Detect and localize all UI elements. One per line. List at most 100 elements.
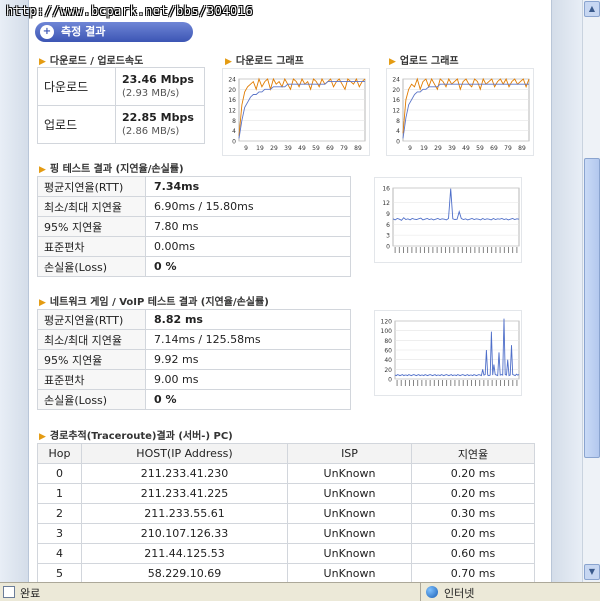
traceroute-table: Hop HOST(IP Address) ISP 지연율 0 211.233.41… [37,443,535,582]
host-cell: 211.233.41.225 [81,483,288,504]
metric-label: 손실율(Loss) [37,256,146,277]
host-cell: 211.44.125.53 [81,543,288,564]
ping-table: 평균지연율(RTT) 7.34ms 최소/최대 지연율 6.90ms / 15.80m… [37,176,351,277]
metric-value: 9.92 ms [145,349,351,370]
speed-mbps: 22.85 Mbps [122,110,194,124]
col-isp: ISP [287,443,412,464]
metric-value: 6.90ms / 15.80ms [145,196,351,217]
metric-label: 표준편차 [37,236,146,257]
x-tick-label: 49 [298,145,306,152]
arrow-down-icon[interactable]: ▼ [584,564,600,580]
upload-graph-title: ▶ 업로드 그래프 [389,56,459,67]
bullet-icon: ▶ [39,165,46,175]
metric-label: 손실율(Loss) [37,389,146,410]
ping-chart: 0 3 6 9 12 16 [382,186,520,253]
x-tick-label: 9 [408,145,412,152]
upload-chart: 0 4 8 12 16 20 24 9 19 29 39 49 59 69 79 89 [392,77,530,152]
bullet-icon: ▶ [225,57,232,67]
watermark-url: http://www.bcpark.net/bbs/304016 [6,4,254,18]
latency-cell: 0.20 ms [411,483,535,504]
metric-value: 0 % [145,389,351,410]
bullet-icon: ▶ [389,57,396,67]
speed-table: 다운로드 23.46 Mbps (2.93 MB/s) 업로드 22.85 Mb… [37,67,205,144]
x-tick-label: 19 [420,145,428,152]
speed-mbps: 23.46 Mbps [122,72,194,86]
x-tick-label: 69 [490,145,498,152]
upload-graph: 0 4 8 12 16 20 24 9 19 29 39 49 59 69 79 89 [386,68,534,156]
y-tick-label: 12 [228,108,236,115]
metric-label: 95% 지연율 [37,216,146,237]
traceroute-section-title: ▶ 경로추적(Traceroute)결과 (서버-) PC) [39,431,233,442]
ping-row: 평균지연율(RTT) 7.34ms [37,176,351,197]
traceroute-row: 0 211.233.41.230 UnKnown 0.20 ms [37,463,535,484]
metric-label: 평균지연율(RTT) [37,176,146,197]
x-tick-label: 79 [504,145,512,152]
hop-cell: 1 [37,483,82,504]
plus-circle-icon: + [40,25,54,39]
x-tick-label: 39 [284,145,292,152]
x-tick-label: 79 [340,145,348,152]
x-tick-label: 49 [462,145,470,152]
traceroute-header-row: Hop HOST(IP Address) ISP 지연율 [37,443,535,464]
y-tick-label: 16 [392,97,400,104]
browser-viewport: + 측정 결과 ▶ 다운로드 / 업로드속도 다운로드 23.46 Mbps (2… [0,0,582,582]
metric-label: 95% 지연율 [37,349,146,370]
ping-row: 95% 지연율 7.80 ms [37,216,351,237]
ping-row: 표준편차 0.00ms [37,236,351,257]
speed-label: 다운로드 [37,67,116,106]
status-bar: 완료 인터넷 [0,582,600,601]
col-host: HOST(IP Address) [81,443,288,464]
page-content: + 측정 결과 ▶ 다운로드 / 업로드속도 다운로드 23.46 Mbps (2… [28,0,552,582]
bullet-icon: ▶ [39,298,46,308]
y-tick-label: 0 [232,139,236,146]
download-graph: 0 4 8 12 16 20 24 9 19 29 39 49 59 69 79 89 [222,68,370,156]
game-row: 평균지연율(RTT) 8.82 ms [37,309,351,330]
metric-label: 표준편차 [37,369,146,390]
arrow-up-icon[interactable]: ▲ [584,1,600,17]
speed-mbs: (2.93 MB/s) [122,87,180,99]
y-tick-label: 9 [386,211,390,218]
bullet-icon: ▶ [39,57,46,67]
metric-value: 7.80 ms [145,216,351,237]
status-text: 완료 [20,587,41,600]
speed-mbs: (2.86 MB/s) [122,125,180,137]
y-tick-label: 16 [382,186,390,193]
x-tick-label: 19 [256,145,264,152]
game-table: 평균지연율(RTT) 8.82 ms 최소/최대 지연율 7.14ms / 125.5… [37,309,351,410]
status-divider [420,583,421,601]
metric-value: 7.34ms [145,176,351,197]
latency-cell: 0.20 ms [411,523,535,544]
result-tab[interactable]: + 측정 결과 [35,22,193,42]
host-cell: 58.229.10.69 [81,563,288,582]
traceroute-row: 1 211.233.41.225 UnKnown 0.20 ms [37,483,535,504]
y-tick-label: 0 [396,139,400,146]
y-tick-label: 6 [386,222,390,229]
zone-text: 인터넷 [444,587,475,600]
vertical-scrollbar[interactable]: ▲ ▼ [582,0,600,582]
speed-value: 22.85 Mbps (2.86 MB/s) [115,105,205,144]
game-section-title: ▶ 네트워크 게임 / VoIP 테스트 결과 (지연율/손실률) [39,297,269,308]
download-graph-title: ▶ 다운로드 그래프 [225,56,304,67]
metric-label: 평균지연율(RTT) [37,309,146,330]
traceroute-row: 4 211.44.125.53 UnKnown 0.60 ms [37,543,535,564]
traceroute-row: 2 211.233.55.61 UnKnown 0.30 ms [37,503,535,524]
y-tick-label: 12 [382,200,390,207]
isp-cell: UnKnown [287,503,412,524]
metric-label: 최소/최대 지연율 [37,196,146,217]
y-tick-label: 4 [396,128,400,135]
y-tick-label: 12 [392,108,400,115]
y-tick-label: 80 [384,338,392,345]
x-tick-label: 29 [434,145,442,152]
latency-cell: 0.70 ms [411,563,535,582]
y-tick-label: 40 [384,357,392,364]
y-tick-label: 20 [384,367,392,374]
game-graph: 0 20 40 60 80 100 120 [374,310,522,396]
host-cell: 211.233.55.61 [81,503,288,524]
scrollbar-thumb[interactable] [584,158,600,458]
metric-value: 9.00 ms [145,369,351,390]
game-row: 손실율(Loss) 0 % [37,389,351,410]
plot-area [392,187,520,247]
speed-row-upload: 업로드 22.85 Mbps (2.86 MB/s) [37,105,205,144]
y-tick-label: 24 [392,77,400,84]
y-tick-label: 8 [396,118,400,125]
